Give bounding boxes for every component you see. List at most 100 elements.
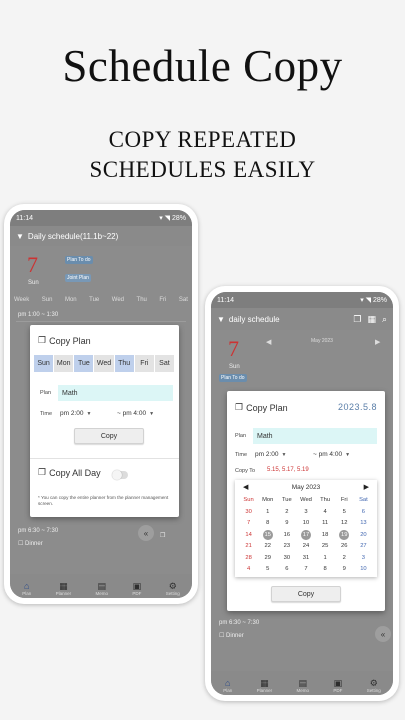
weekday-sun[interactable]: Sun [42,297,53,303]
calendar-day[interactable]: 11 [316,518,335,529]
joint-plan-tag[interactable]: Joint Plan [65,274,91,282]
day-sat[interactable]: Sat [154,355,175,372]
calendar-day[interactable]: 7 [239,518,258,529]
weekday-tue[interactable]: Tue [89,297,99,303]
copy-all-day-toggle[interactable] [112,470,128,480]
day-wed[interactable]: Wed [94,355,115,372]
pdf-icon: ▣ [333,678,343,688]
chevron-down-icon: ▼ [86,410,92,417]
calendar-day[interactable]: 23 [277,541,296,552]
calendar-day[interactable]: 17 [300,529,311,540]
nav-planner[interactable]: ▦ Planner [257,678,273,693]
calendar-day[interactable]: 19 [339,529,350,540]
calendar-day[interactable]: 3 [354,553,373,564]
calendar-day[interactable]: 24 [296,541,315,552]
dropdown-icon[interactable]: ▼ [16,232,24,241]
calendar-day[interactable]: 4 [316,507,335,518]
nav-planner[interactable]: ▦ Planner [56,581,72,596]
calendar-day[interactable]: 20 [354,530,373,541]
copy-button[interactable]: Copy [271,586,341,602]
collapse-icon[interactable]: « [375,626,391,642]
calendar-day[interactable]: 27 [354,541,373,552]
collapse-icon[interactable]: « [138,525,154,541]
copy-button[interactable]: Copy [74,428,144,444]
calendar-day[interactable]: 31 [296,553,315,564]
nav-setting[interactable]: ⚙ Setting [367,678,381,693]
calendar-day[interactable]: 9 [335,564,354,575]
time-end-value: ~ pm 4:00 [117,410,147,417]
nav-pdf[interactable]: ▣ PDF [132,581,141,596]
calendar-day[interactable]: 30 [239,507,258,518]
day-mon[interactable]: Mon [54,355,75,372]
nav-setting[interactable]: ⚙ Setting [166,581,180,596]
calendar-icon[interactable]: ▦ [367,314,376,325]
plan-input[interactable]: Math [253,428,377,444]
calendar-day[interactable]: 16 [277,530,296,541]
calendar-day[interactable]: 1 [316,553,335,564]
weekday-sat[interactable]: Sat [179,297,188,303]
calendar-day[interactable]: 10 [296,518,315,529]
calendar-weekday: Sat [359,497,368,503]
nav-plan[interactable]: ⌂ Plan [223,678,232,693]
plan-input[interactable]: Math [58,385,173,401]
calendar-day[interactable]: 8 [258,518,277,529]
time-end-select[interactable]: ~ pm 4:00 ▼ [313,451,350,458]
bottom-item[interactable]: ☐ Dinner [18,540,43,547]
time-start-select[interactable]: pm 2:00 ▼ [60,410,91,417]
weekday-thu[interactable]: Thu [137,297,147,303]
calendar-day[interactable]: 8 [316,564,335,575]
calendar-day[interactable]: 7 [296,564,315,575]
calendar-day[interactable]: 29 [258,553,277,564]
dropdown-icon[interactable]: ▼ [217,315,225,324]
weekday-mon[interactable]: Mon [65,297,77,303]
bottom-item[interactable]: ☐ Dinner [219,632,244,639]
calendar-day[interactable]: 12 [335,518,354,529]
calendar-day[interactable]: 21 [239,541,258,552]
time-end-select[interactable]: ~ pm 4:00 ▼ [117,410,154,417]
day-fri[interactable]: Fri [134,355,155,372]
calendar-day[interactable]: 3 [296,507,315,518]
search-icon[interactable]: ⌕ [382,314,387,325]
calendar-day[interactable]: 4 [239,564,258,575]
nav-memo[interactable]: ▤ Memo [95,581,108,596]
calendar-day[interactable]: 18 [316,530,335,541]
day-sun[interactable]: Sun [34,355,55,372]
calendar-day[interactable]: 5 [335,507,354,518]
time-start-select[interactable]: pm 2:00 ▼ [255,451,286,458]
calendar-day[interactable]: 2 [277,507,296,518]
headline-subtitle: COPY REPEATED SCHEDULES EASILY [0,125,405,185]
calendar-day[interactable]: 5 [258,564,277,575]
weekday-wed[interactable]: Wed [112,297,124,303]
calendar-day[interactable]: 13 [354,518,373,529]
calendar-day[interactable]: 15 [262,529,273,540]
calendar-day[interactable]: 2 [335,553,354,564]
copy-icon[interactable]: ❐ [353,314,361,325]
header-title[interactable]: Daily schedule(11.1b~22) [28,232,118,241]
nav-pdf[interactable]: ▣ PDF [333,678,342,693]
date-number: 7 [228,336,239,361]
plan-todo-tag[interactable]: Plan To do [65,256,93,264]
calendar-day[interactable]: 26 [335,541,354,552]
nav-memo[interactable]: ▤ Memo [296,678,309,693]
plan-todo-tag[interactable]: Plan To do [219,374,247,382]
next-month-icon[interactable]: ▶ [364,483,369,491]
calendar-day[interactable]: 22 [258,541,277,552]
nav-plan[interactable]: ⌂ Plan [22,581,31,596]
calendar-day[interactable]: 25 [316,541,335,552]
day-thu[interactable]: Thu [114,355,135,372]
calendar-day[interactable]: 9 [277,518,296,529]
header-title[interactable]: daily schedule [229,315,280,324]
status-time: 11:14 [16,214,33,222]
calendar-day[interactable]: 1 [258,507,277,518]
day-tue[interactable]: Tue [74,355,95,372]
weekday-fri[interactable]: Fri [159,297,166,303]
calendar-day[interactable]: 30 [277,553,296,564]
copy-icon[interactable]: ❐ [160,532,165,539]
calendar-day[interactable]: 6 [277,564,296,575]
calendar-day[interactable]: 14 [239,530,258,541]
calendar-day[interactable]: 6 [354,507,373,518]
calendar-day[interactable]: 28 [239,553,258,564]
calendar-day[interactable]: 10 [354,564,373,575]
bottom-nav: ⌂ Plan ▦ Planner ▤ Memo ▣ PDF ⚙ Setting [211,671,393,695]
calendar-weekday: Tue [281,497,292,503]
